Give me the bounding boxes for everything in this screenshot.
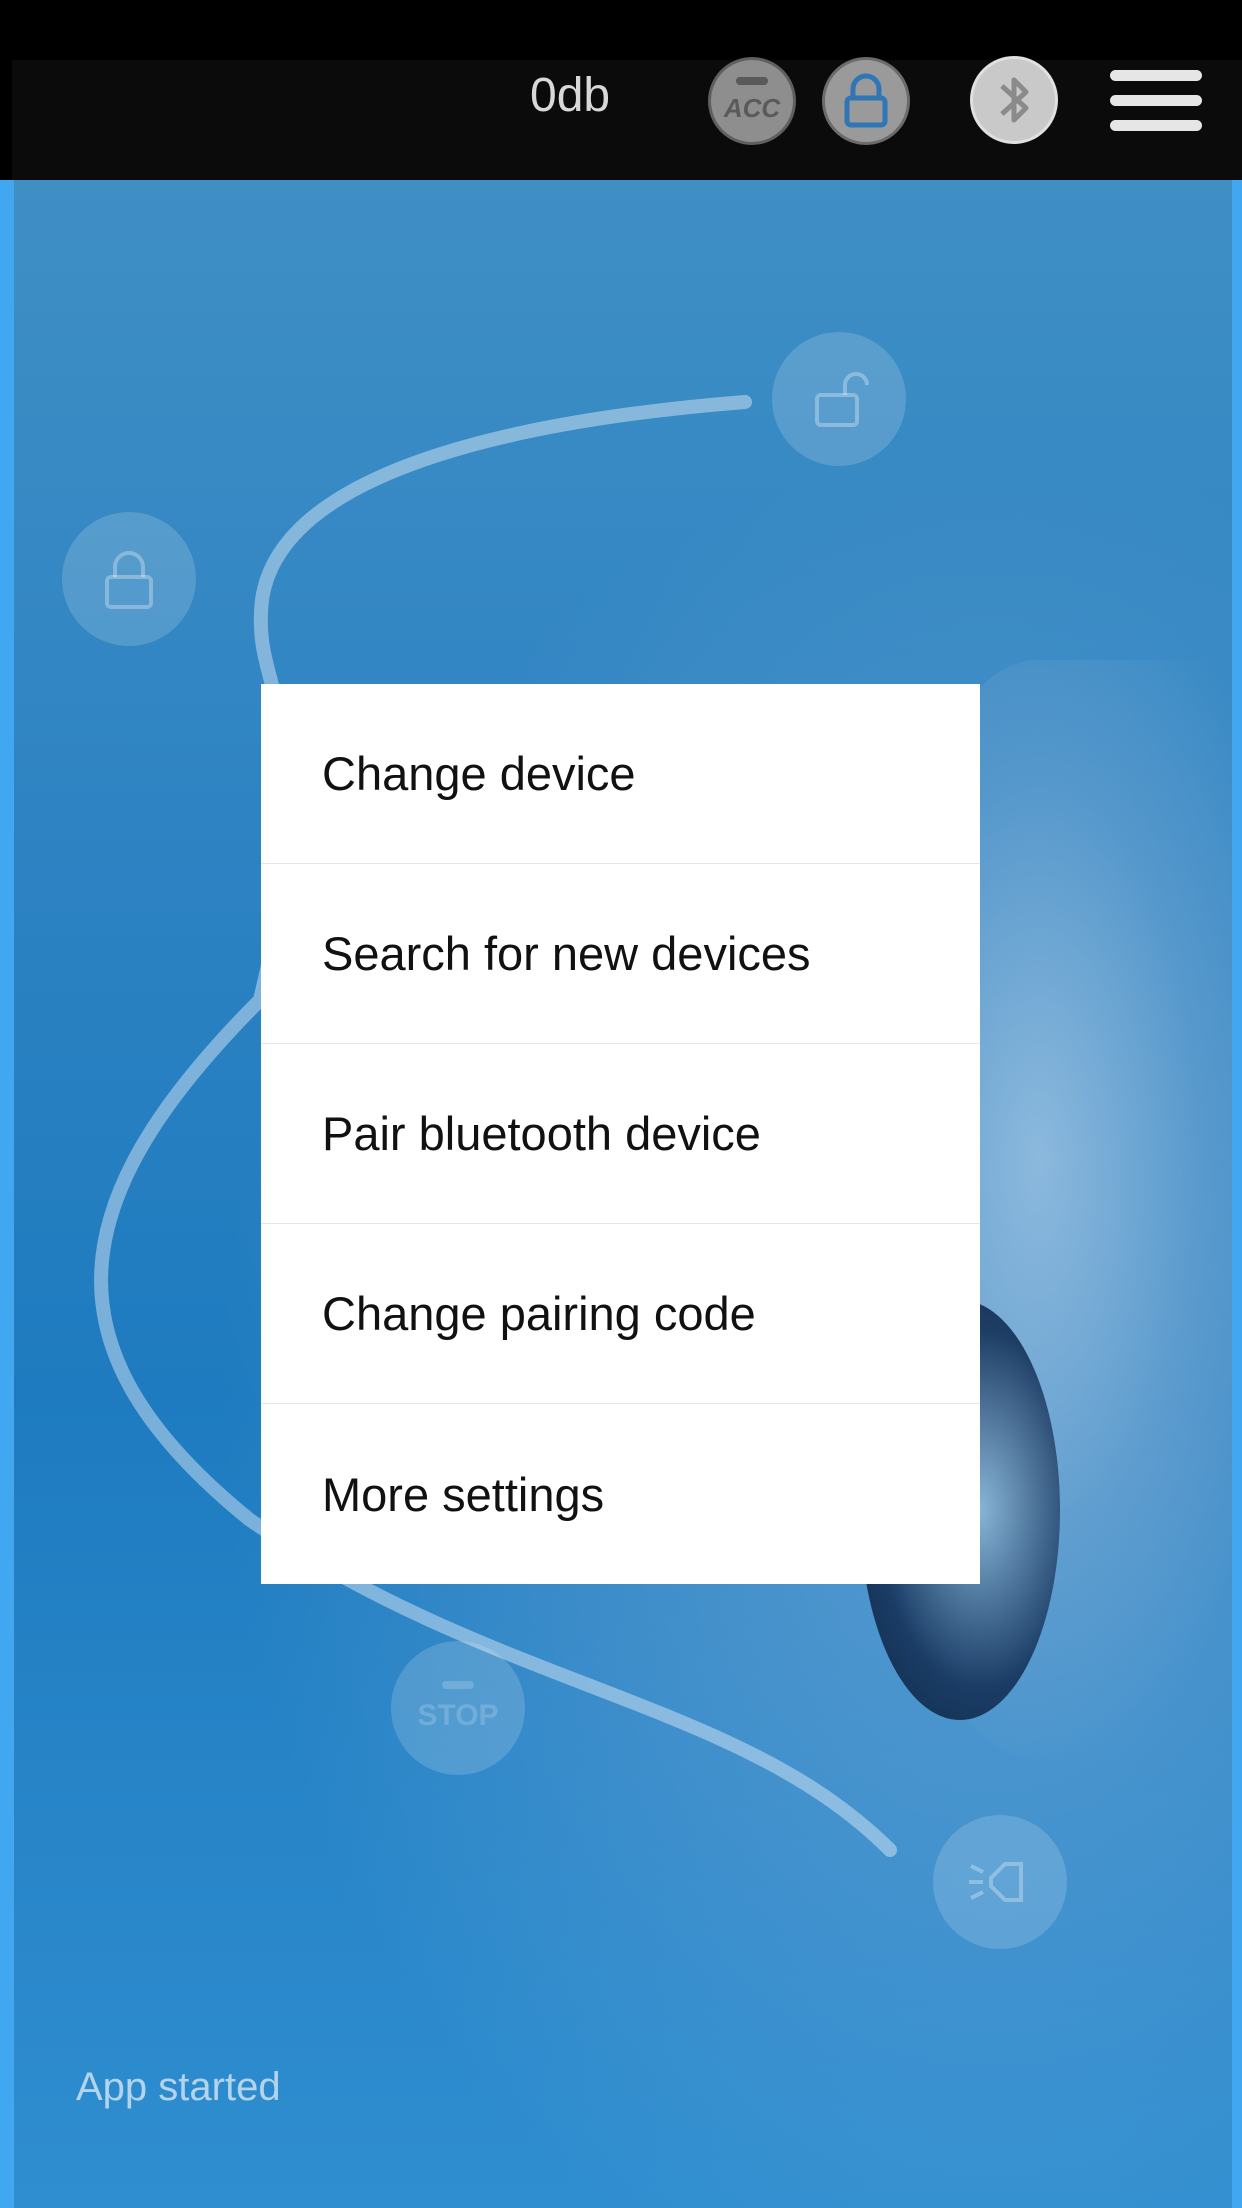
menu-item-change-pairing-code[interactable]: Change pairing code xyxy=(261,1224,980,1404)
lock-action-button[interactable] xyxy=(62,512,196,646)
menu-item-search-devices[interactable]: Search for new devices xyxy=(261,864,980,1044)
stop-icon-text: STOP xyxy=(417,1699,498,1732)
menu-item-change-device[interactable]: Change device xyxy=(261,684,980,864)
top-bar-panel xyxy=(12,60,1242,180)
volume-label: 0db xyxy=(530,69,611,122)
acc-icon-text: ACC xyxy=(723,93,782,123)
bluetooth-button[interactable] xyxy=(970,56,1058,144)
unlock-icon xyxy=(815,372,869,427)
unlock-button[interactable] xyxy=(772,332,906,466)
lock-icon xyxy=(844,73,888,128)
lock-icon xyxy=(105,551,153,609)
stop-icon: STOP xyxy=(417,1681,499,1732)
hamburger-menu-icon[interactable] xyxy=(1110,70,1202,132)
acc-icon: ACC xyxy=(723,77,782,123)
bluetooth-icon xyxy=(1000,77,1029,123)
menu-item-more-settings[interactable]: More settings xyxy=(261,1404,980,1584)
horn-icon xyxy=(969,1862,1023,1902)
left-edge xyxy=(0,180,14,2208)
horn-button[interactable] xyxy=(933,1815,1067,1949)
menu-item-pair-bluetooth[interactable]: Pair bluetooth device xyxy=(261,1044,980,1224)
right-edge xyxy=(1232,180,1242,2208)
lock-button[interactable] xyxy=(822,57,910,145)
settings-popup-menu: Change device Search for new devices Pai… xyxy=(261,684,980,1584)
stop-button[interactable]: STOP xyxy=(391,1641,525,1775)
status-text: App started xyxy=(76,2065,281,2109)
acc-button[interactable]: ACC xyxy=(708,57,796,145)
